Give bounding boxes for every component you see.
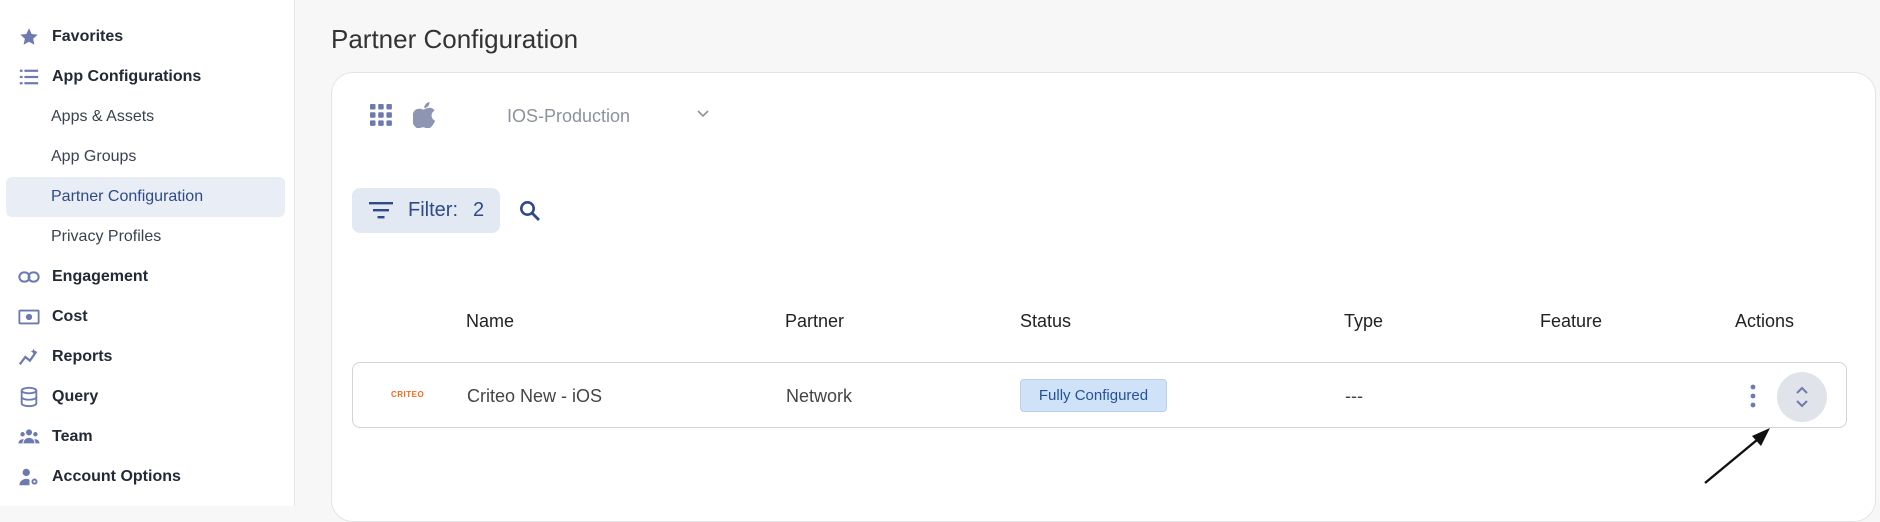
column-header-partner[interactable]: Partner: [785, 311, 844, 332]
filter-button[interactable]: Filter: 2: [352, 188, 500, 233]
row-type: ---: [1345, 386, 1363, 406]
more-vertical-icon[interactable]: [1747, 384, 1759, 408]
column-header-feature[interactable]: Feature: [1540, 311, 1602, 332]
sidebar-item-account-options[interactable]: Account Options: [6, 457, 285, 497]
sidebar-item-label: Apps & Assets: [51, 108, 155, 125]
sidebar-item-partner-configuration[interactable]: Partner Configuration: [6, 177, 285, 217]
partner-logo: CRITEO: [391, 390, 425, 399]
column-header-status[interactable]: Status: [1020, 311, 1071, 332]
table-row[interactable]: CRITEO Criteo New - iOS Network Fully Co…: [352, 362, 1847, 428]
row-name: Criteo New - iOS: [467, 386, 603, 406]
sidebar-item-apps-assets[interactable]: Apps & Assets: [6, 97, 285, 137]
sidebar-item-query[interactable]: Query: [6, 377, 285, 417]
sidebar: Favorites App Configurations Apps & Asse…: [0, 0, 295, 506]
filter-count: 2: [473, 199, 485, 221]
sidebar-item-privacy-profiles[interactable]: Privacy Profiles: [6, 217, 285, 257]
annotation-arrow: [1704, 428, 1770, 484]
apple-icon[interactable]: [413, 100, 437, 128]
expand-row-button[interactable]: [1777, 372, 1827, 422]
sidebar-item-label: Reports: [52, 348, 113, 365]
user-gear-icon: [19, 468, 38, 486]
search-icon[interactable]: [519, 200, 541, 222]
column-header-actions: Actions: [1735, 311, 1795, 331]
column-header-name[interactable]: Name: [466, 311, 514, 332]
sidebar-item-label: Cost: [52, 308, 88, 325]
sidebar-item-label: Partner Configuration: [51, 188, 204, 205]
database-icon: [20, 386, 38, 408]
app-select-value: IOS-Production: [507, 105, 631, 126]
sidebar-item-label: App Groups: [51, 148, 137, 165]
sidebar-item-app-groups[interactable]: App Groups: [6, 137, 285, 177]
team-icon: [18, 429, 40, 444]
content-card: [331, 72, 1876, 522]
status-badge: Fully Configured: [1020, 379, 1167, 412]
sidebar-item-label: Engagement: [52, 268, 149, 285]
filter-label: Filter:: [408, 199, 458, 221]
app-select-dropdown[interactable]: IOS-Production: [507, 100, 717, 132]
sidebar-item-engagement[interactable]: Engagement: [6, 257, 285, 297]
trend-icon: [18, 348, 38, 365]
chevron-down-icon: [697, 110, 709, 118]
sidebar-item-label: App Configurations: [52, 68, 202, 85]
sidebar-item-label: Favorites: [52, 28, 124, 45]
sidebar-item-team[interactable]: Team: [6, 417, 285, 457]
sidebar-item-favorites[interactable]: Favorites: [6, 17, 285, 57]
sidebar-item-label: Privacy Profiles: [51, 228, 162, 245]
sidebar-item-label: Account Options: [52, 468, 181, 485]
column-header-type[interactable]: Type: [1344, 311, 1383, 332]
list-icon: [19, 69, 39, 85]
money-icon: [18, 309, 40, 325]
sidebar-item-cost[interactable]: Cost: [6, 297, 285, 337]
page-title: Partner Configuration: [331, 24, 579, 54]
star-icon: [20, 28, 38, 45]
grid-icon[interactable]: [370, 104, 392, 126]
filter-icon: [369, 202, 393, 219]
row-partner: Network: [786, 386, 853, 406]
link-icon: [18, 271, 40, 283]
sidebar-item-label: Team: [52, 428, 93, 445]
sidebar-item-reports[interactable]: Reports: [6, 337, 285, 377]
sidebar-item-label: Query: [52, 388, 99, 405]
unfold-icon: [1796, 386, 1808, 408]
sidebar-item-app-configurations[interactable]: App Configurations: [6, 57, 285, 97]
